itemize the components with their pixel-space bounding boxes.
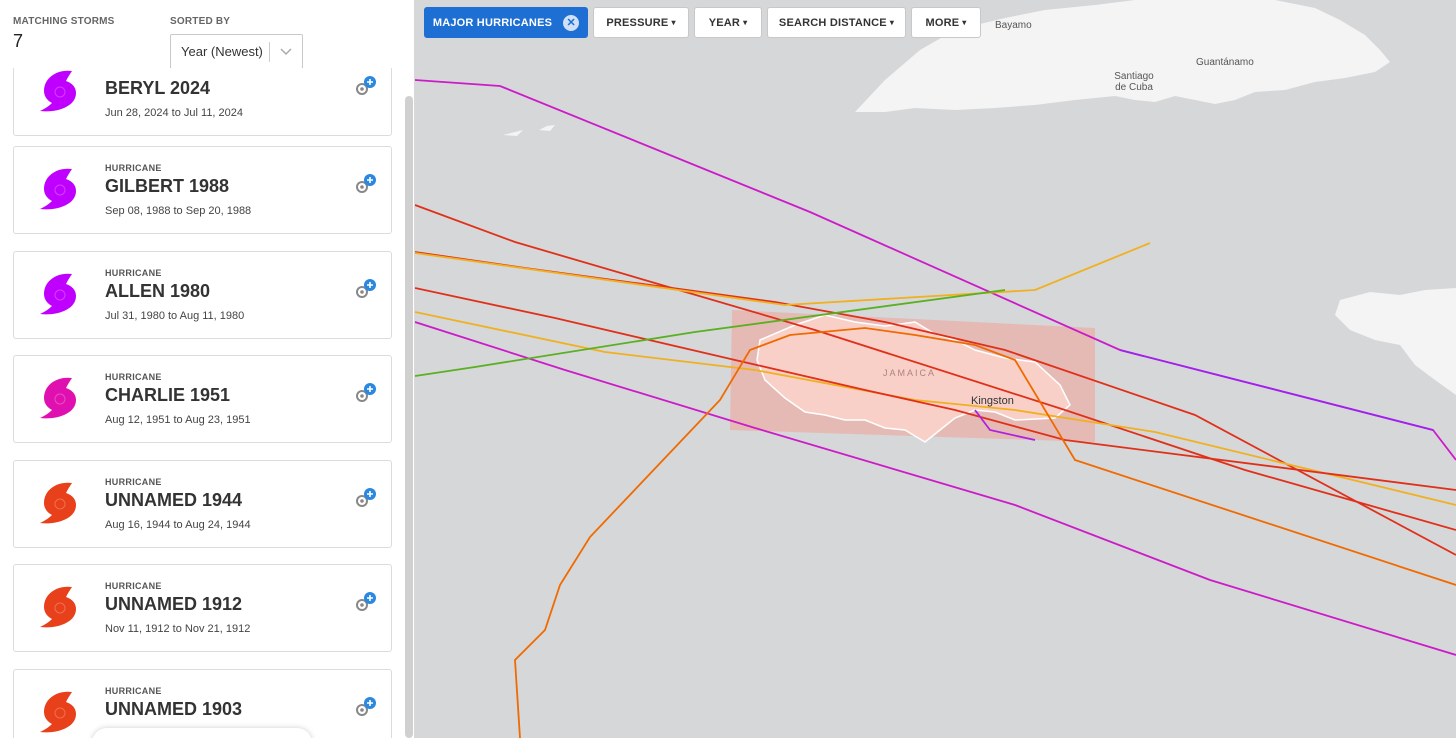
chevron-down-icon [270, 47, 302, 56]
close-icon[interactable]: ✕ [563, 14, 580, 31]
sort-select-value: Year (Newest) [181, 44, 263, 59]
storm-dates: Nov 11, 1912 to Nov 21, 1912 [105, 623, 251, 635]
chevron-down-icon: ▾ [962, 18, 967, 27]
hurricane-icon [40, 586, 76, 628]
storm-type: HURRICANE [105, 268, 162, 278]
place-kingston: Kingston [971, 395, 1014, 407]
place-guantanamo: Guantánamo [1196, 57, 1254, 68]
pressure-filter[interactable]: PRESSURE ▾ [593, 7, 689, 38]
storm-card[interactable]: HURRICANE CHARLIE 1951 Aug 12, 1951 to Aug… [13, 355, 392, 443]
add-to-map-icon[interactable] [353, 696, 377, 720]
pressure-label: PRESSURE [606, 16, 669, 29]
sort-select[interactable]: Year (Newest) [170, 34, 303, 69]
storm-dates: Aug 16, 1944 to Aug 24, 1944 [105, 519, 251, 531]
storm-name: ALLEN 1980 [105, 281, 211, 301]
hispaniola-land [1335, 288, 1456, 395]
storm-track [1119, 349, 1434, 431]
storm-name: UNNAMED 1944 [105, 490, 243, 510]
place-santiago-de-cuba: Santiago de Cuba [1114, 71, 1154, 93]
search-distance-filter[interactable]: SEARCH DISTANCE ▾ [767, 7, 906, 38]
add-to-map-icon[interactable] [353, 75, 377, 99]
storm-track-map[interactable]: Bayamo Santiago de Cuba Guantánamo JAMAI… [415, 0, 1456, 738]
year-filter[interactable]: YEAR ▾ [694, 7, 762, 38]
add-to-map-icon[interactable] [353, 173, 377, 197]
bottom-pill [92, 728, 312, 738]
add-to-map-icon[interactable] [353, 278, 377, 302]
hurricane-icon [40, 273, 76, 315]
matching-storms-count: 7 [13, 31, 24, 51]
storm-type: HURRICANE [105, 477, 162, 487]
storm-type: HURRICANE [105, 686, 162, 696]
small-island [539, 125, 555, 131]
more-filter[interactable]: MORE ▾ [911, 7, 981, 38]
place-jamaica: JAMAICA [883, 368, 937, 378]
storm-name: GILBERT 1988 [105, 176, 230, 196]
add-to-map-icon[interactable] [353, 591, 377, 615]
hurricane-icon [40, 691, 76, 733]
storm-name: UNNAMED 1903 [105, 699, 243, 719]
storm-list-sidebar: MATCHING STORMS 7 SORTED BY Year (Newest… [0, 0, 415, 738]
storm-track [415, 242, 1151, 306]
storm-type: HURRICANE [105, 372, 162, 382]
storm-card[interactable]: HURRICANE GILBERT 1988 Sep 08, 1988 to Sep… [13, 146, 392, 234]
list-scrollbar[interactable] [405, 96, 413, 738]
hurricane-icon [40, 168, 76, 210]
storm-dates: Aug 12, 1951 to Aug 23, 1951 [105, 414, 251, 426]
storm-card[interactable]: HURRICANE UNNAMED 1912 Nov 11, 1912 to Nov… [13, 564, 392, 652]
storm-name: BERYL 2024 [105, 78, 211, 98]
major-hurricanes-label: MAJOR HURRICANES [432, 16, 553, 29]
hurricane-icon [40, 377, 76, 419]
storm-list: BERYL 2024 Jun 28, 2024 to Jul 11, 2024 HU… [0, 68, 404, 738]
storm-card[interactable]: BERYL 2024 Jun 28, 2024 to Jul 11, 2024 [13, 68, 392, 136]
chevron-down-icon: ▾ [889, 18, 895, 27]
add-to-map-icon[interactable] [353, 487, 377, 511]
hurricane-icon [40, 70, 76, 112]
storm-dates: Jul 31, 1980 to Aug 11, 1980 [105, 310, 245, 322]
add-to-map-icon[interactable] [353, 382, 377, 406]
storm-type: HURRICANE [105, 163, 162, 173]
place-bayamo: Bayamo [995, 20, 1032, 31]
hurricane-icon [40, 482, 76, 524]
storm-dates: Sep 08, 1988 to Sep 20, 1988 [105, 205, 252, 217]
storm-type: HURRICANE [105, 581, 162, 591]
storm-name: CHARLIE 1951 [105, 385, 231, 405]
small-island [503, 130, 523, 136]
matching-storms-label: MATCHING STORMS [13, 16, 115, 27]
storm-name: UNNAMED 1912 [105, 594, 243, 614]
year-label: YEAR [708, 16, 741, 29]
more-label: MORE [925, 16, 960, 29]
chevron-down-icon: ▾ [671, 18, 676, 27]
storm-dates: Jun 28, 2024 to Jul 11, 2024 [105, 107, 244, 119]
chevron-down-icon: ▾ [743, 18, 748, 27]
major-hurricanes-filter[interactable]: MAJOR HURRICANES ✕ [424, 7, 588, 38]
storm-card[interactable]: HURRICANE UNNAMED 1944 Aug 16, 1944 to Aug… [13, 460, 392, 548]
storm-card[interactable]: HURRICANE ALLEN 1980 Jul 31, 1980 to Aug 1… [13, 251, 392, 339]
sorted-by-label: SORTED BY [170, 16, 231, 27]
search-distance-label: SEARCH DISTANCE [778, 16, 887, 29]
